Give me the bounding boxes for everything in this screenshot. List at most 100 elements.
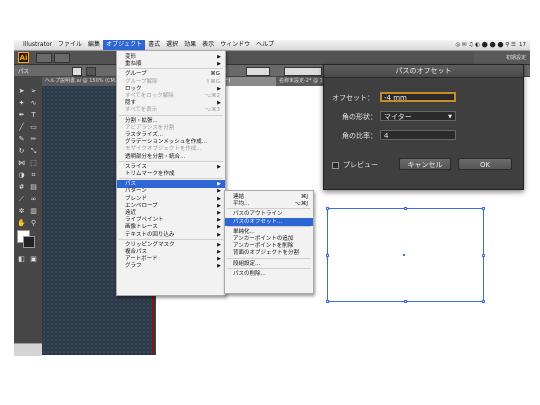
pen-tool-icon[interactable]: ✒	[17, 111, 26, 120]
rectangle-tool-icon[interactable]: ▭	[29, 123, 38, 132]
menu-separator	[119, 178, 223, 180]
blend-tool-icon[interactable]: ∞	[29, 195, 38, 204]
menu-item-label: アートボード	[125, 256, 158, 263]
gradient-tool-icon[interactable]: ▤	[29, 183, 38, 192]
menu-separator	[227, 267, 311, 269]
menu-item-label: クリッピングマスク	[125, 241, 175, 248]
menu-file[interactable]: ファイル	[55, 40, 85, 50]
handle-top-right[interactable]	[482, 207, 485, 210]
cancel-button[interactable]: キャンセル	[399, 158, 451, 170]
menu-type[interactable]: 書式	[145, 40, 163, 50]
menu-select[interactable]: 選択	[163, 40, 181, 50]
menu-item-label: 背面のオブジェクトを分割	[233, 250, 300, 257]
stroke-color-icon[interactable]	[23, 236, 35, 248]
menu-item-label: モザイクオブジェクトを作成...	[125, 146, 202, 153]
menu-separator	[119, 238, 223, 240]
lasso-tool-icon[interactable]: ∿	[29, 99, 38, 108]
zoom-tool-icon[interactable]: ⚲	[29, 219, 38, 228]
opacity-field[interactable]	[246, 67, 270, 76]
symbol-sprayer-tool-icon[interactable]: ✲	[17, 207, 26, 216]
handle-bottom-center[interactable]	[404, 300, 407, 303]
pencil-tool-icon[interactable]: ✏	[29, 135, 38, 144]
handle-bottom-left[interactable]	[326, 300, 329, 303]
handle-bottom-right[interactable]	[482, 300, 485, 303]
handle-middle-left[interactable]	[326, 254, 329, 257]
handle-top-left[interactable]	[326, 207, 329, 210]
selection-tool-icon[interactable]: ➤	[17, 87, 26, 96]
miter-limit-input[interactable]: 4	[380, 130, 456, 140]
direct-selection-tool-icon[interactable]: ➢	[29, 87, 38, 96]
selected-rectangle[interactable]	[327, 208, 484, 302]
bridge-button[interactable]	[36, 53, 52, 63]
offset-input[interactable]: -4 mm	[380, 92, 456, 102]
menu-item-label: 単純化...	[233, 228, 255, 235]
menu-item-shortcut: ⌥⌘J	[294, 201, 308, 208]
selection-type-label: パス	[18, 69, 30, 75]
objmenu-item[interactable]: トリムマークを作成	[117, 170, 225, 178]
preview-checkbox[interactable]	[332, 162, 339, 169]
battery-indicator[interactable]: 17	[519, 42, 526, 48]
width-tool-icon[interactable]: ⋈	[17, 159, 26, 168]
shape-builder-tool-icon[interactable]: ◑	[17, 171, 26, 180]
menu-item-label: トリムマークを作成	[125, 171, 175, 177]
rotate-tool-icon[interactable]: ↻	[17, 147, 26, 156]
workspace-label: 初期設定	[505, 55, 526, 61]
hand-tool-icon[interactable]: ✋	[17, 219, 26, 228]
status-icons[interactable]: ◎ ✉ ♫ ◐ ⬤ ⬤ ⬤ ⚲ ☰	[455, 42, 516, 48]
scale-tool-icon[interactable]: ⤡	[29, 147, 38, 156]
menu-window[interactable]: ウィンドウ	[217, 40, 253, 50]
menu-item-label: 透明部分を分割・統合...	[125, 153, 186, 160]
graph-tool-icon[interactable]: ▥	[29, 207, 38, 216]
menu-item-label: 重ね順	[125, 61, 142, 68]
horizontal-scrollbar[interactable]	[14, 343, 42, 356]
menu-item-label: ライブペイント	[125, 217, 164, 224]
eyedropper-tool-icon[interactable]: ⟋	[17, 195, 26, 204]
objmenu-item[interactable]: グラフ ▶	[117, 262, 225, 270]
pathmenu-item[interactable]: 背面のオブジェクトを分割	[225, 249, 313, 257]
screen-mode-icon[interactable]: ▣	[29, 255, 38, 264]
stroke-swatch[interactable]	[86, 67, 96, 76]
preview-label: プレビュー	[343, 161, 378, 169]
menu-item-label: グループ解除	[125, 78, 158, 85]
free-transform-tool-icon[interactable]: ⬚	[29, 159, 38, 168]
menu-view[interactable]: 表示	[199, 40, 217, 50]
menu-separator	[227, 257, 311, 259]
workspace-switcher[interactable]: 初期設定	[474, 51, 530, 64]
draw-mode-icon[interactable]: ◧	[17, 255, 26, 264]
menu-object[interactable]: オブジェクト	[103, 40, 146, 50]
mesh-tool-icon[interactable]: #	[17, 183, 26, 192]
arrange-documents-button[interactable]	[54, 53, 70, 63]
menu-item-label: ブレンド	[125, 195, 148, 202]
pathmenu-item[interactable]: パスのオフセット...	[225, 217, 313, 226]
submenu-arrow-icon: ▶	[217, 263, 221, 270]
objmenu-item[interactable]: テキストの回り込み ▶	[117, 231, 225, 239]
menu-item-label: 連結	[233, 194, 245, 200]
corner-shape-dropdown[interactable]: マイター ▼	[380, 111, 456, 121]
line-tool-icon[interactable]: ╱	[17, 123, 26, 132]
magic-wand-tool-icon[interactable]: ✦	[17, 99, 26, 108]
perspective-grid-tool-icon[interactable]: ⌗	[29, 171, 38, 180]
menu-item-label: ロック	[125, 85, 142, 92]
menu-help[interactable]: ヘルプ	[253, 40, 277, 50]
pathmenu-item[interactable]: 段組設定...	[225, 260, 313, 268]
handle-top-center[interactable]	[404, 207, 407, 210]
menu-item-label: 段組設定...	[233, 260, 261, 267]
paintbrush-tool-icon[interactable]: ✎	[17, 135, 26, 144]
menu-item-shortcut: ⌥⌘3	[204, 107, 220, 114]
type-tool-icon[interactable]: T	[29, 111, 38, 120]
style-dropdown[interactable]	[284, 67, 322, 76]
status-area: ◎ ✉ ♫ ◐ ⬤ ⬤ ⬤ ⚲ ☰ 17	[455, 40, 526, 50]
objmenu-item[interactable]: 透明部分を分割・統合...	[117, 153, 225, 161]
menu-item-label: パスのアウトライン	[233, 211, 283, 218]
menu-illustrator[interactable]: Illustrator	[20, 40, 55, 50]
fill-swatch[interactable]	[72, 67, 82, 76]
ok-button[interactable]: OK	[458, 158, 512, 170]
handle-middle-right[interactable]	[482, 254, 485, 257]
objmenu-item[interactable]: 重ね順 ▶	[117, 60, 225, 68]
tools-panel: ➤ ➢ ✦ ∿ ✒ T ╱ ▭ ✎ ✏ ↻ ⤡ ⋈ ⬚ ◑ ⌗ # ▤ ⟋ ∞ …	[14, 77, 43, 355]
menu-edit[interactable]: 編集	[85, 40, 103, 50]
path-submenu: 連結 ⌘J 平均... ⌥⌘J パスのアウトライン パスのオフセット... 単純化... アン…	[224, 190, 314, 294]
pathmenu-item[interactable]: パスの削除...	[225, 270, 313, 278]
menu-effect[interactable]: 効果	[181, 40, 199, 50]
pathmenu-item[interactable]: 平均... ⌥⌘J	[225, 200, 313, 208]
